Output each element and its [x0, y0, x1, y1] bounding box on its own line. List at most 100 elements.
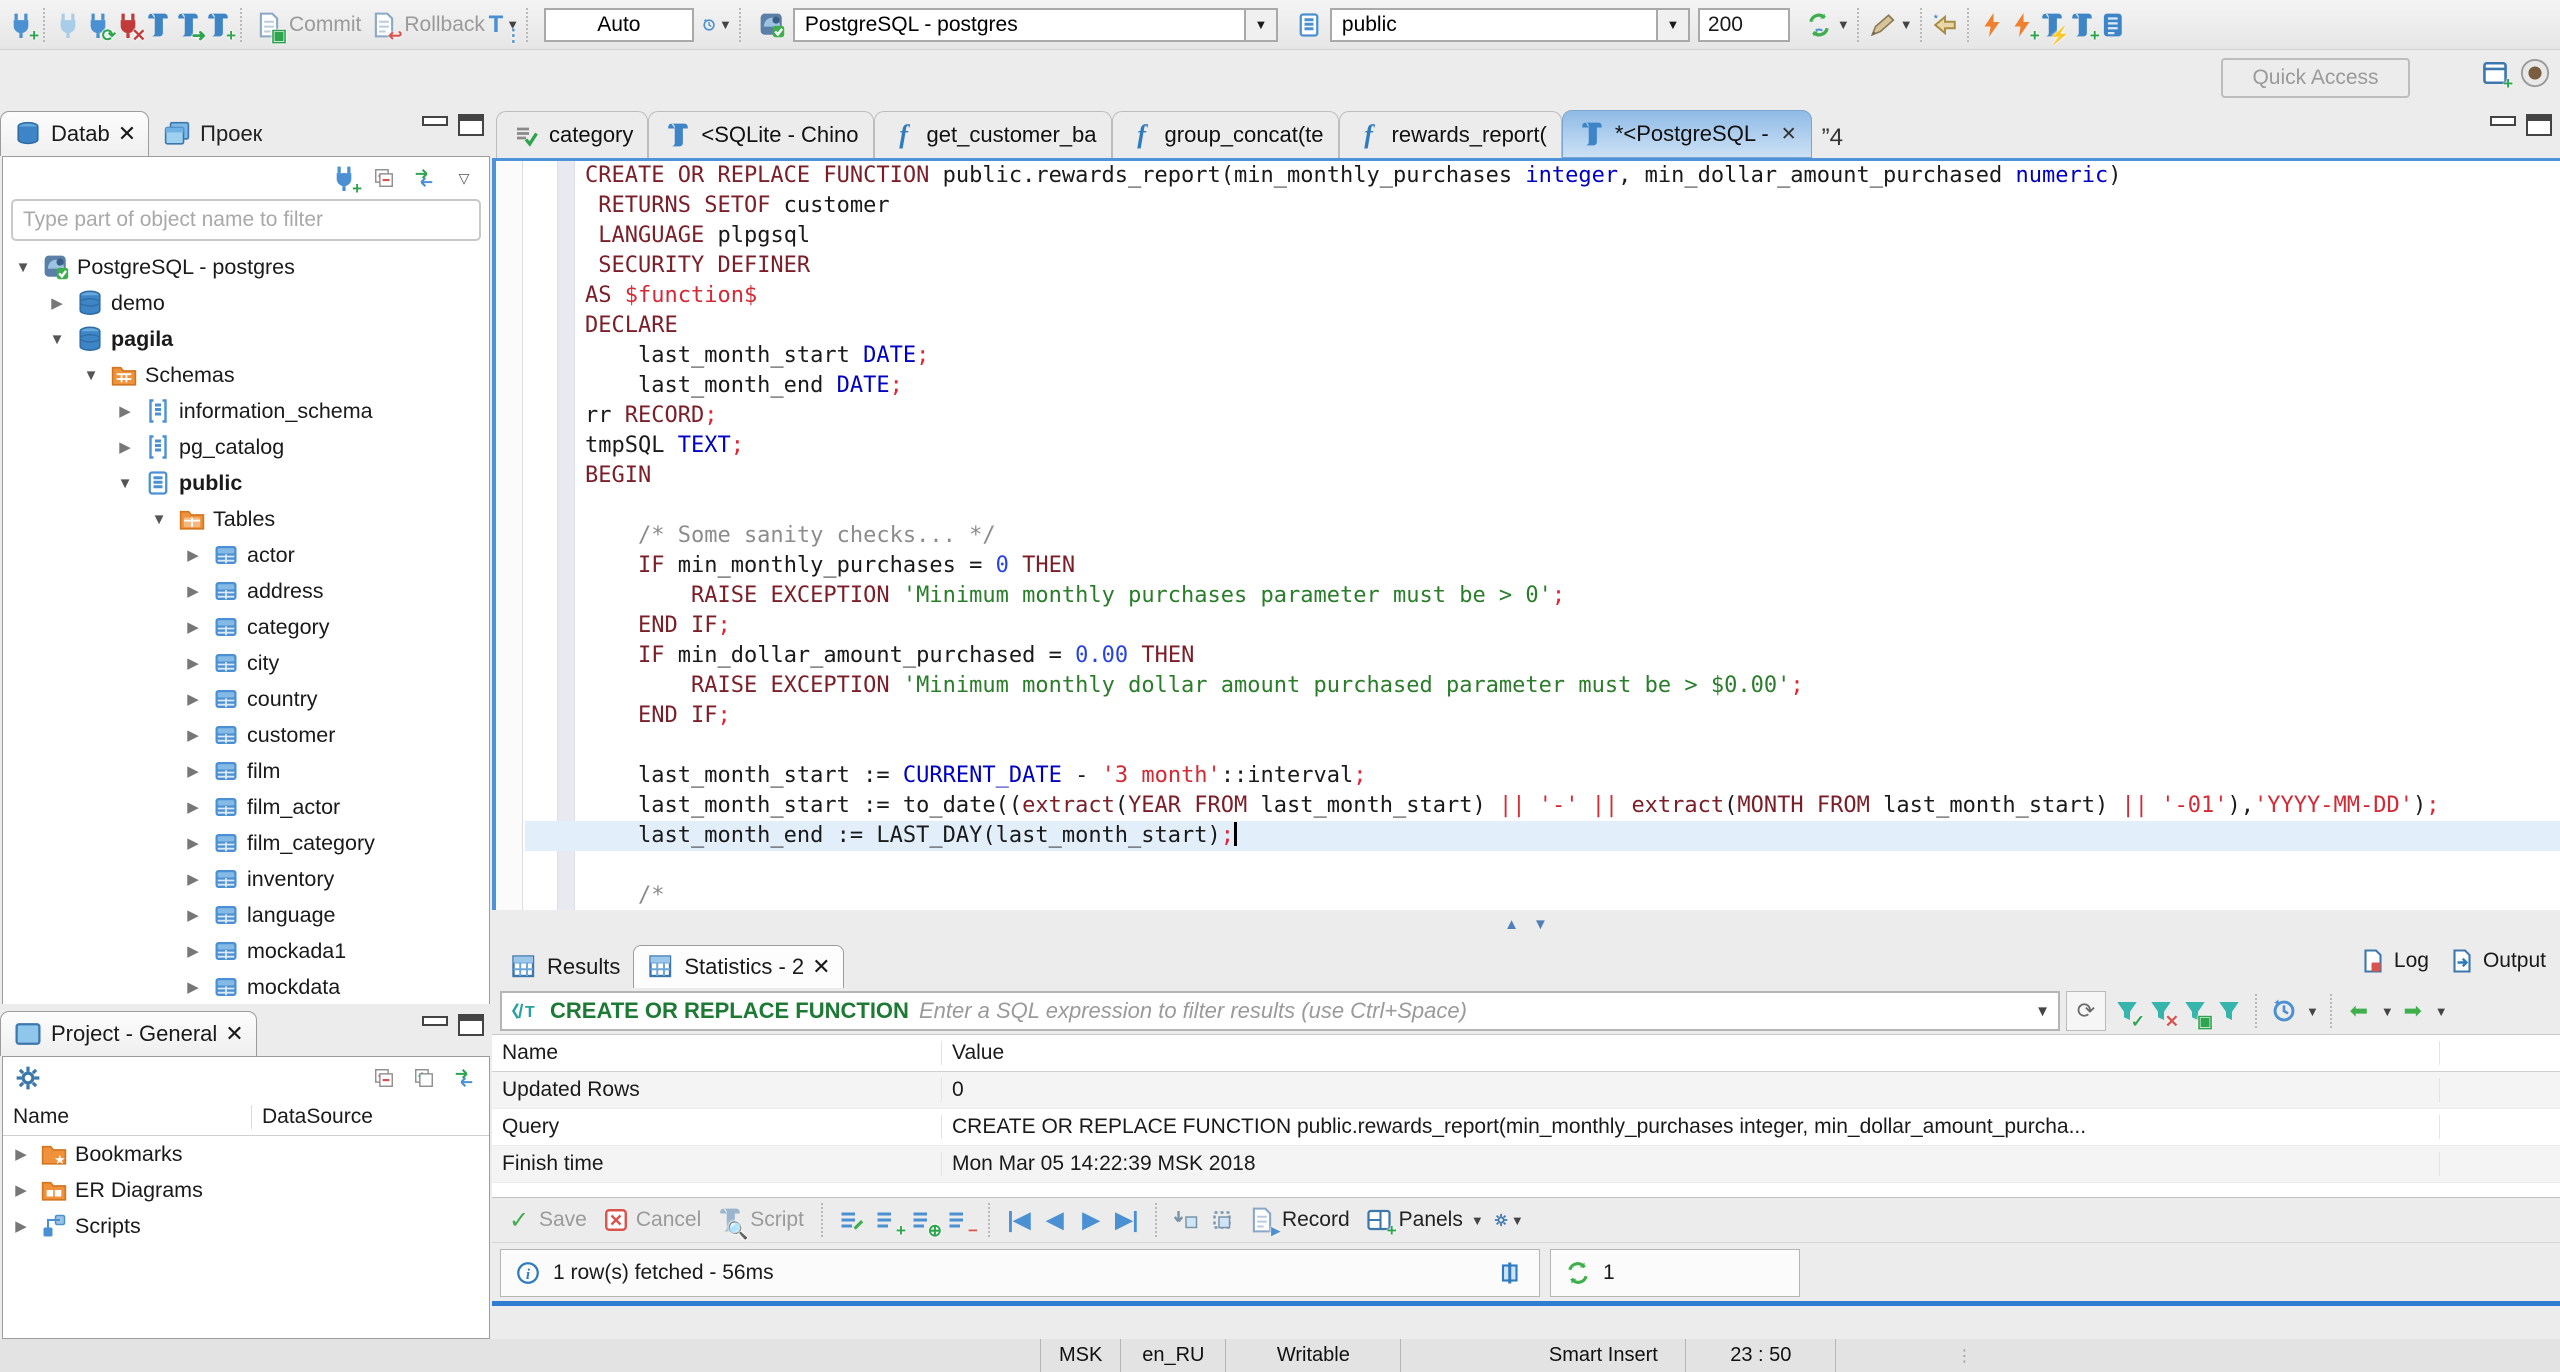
collapse-arrow-icon[interactable]: ▼	[79, 367, 103, 384]
back-star-icon[interactable]: *	[1930, 10, 1960, 40]
last-row-icon[interactable]: ▶|	[1112, 1205, 1142, 1235]
maximize-icon[interactable]	[458, 114, 484, 136]
expand-arrow-icon[interactable]: ▶	[181, 762, 205, 780]
collapse-arrow-icon[interactable]: ▼	[11, 259, 35, 276]
sql-filter-input[interactable]: T CREATE OR REPLACE FUNCTION Enter a SQL…	[500, 991, 2060, 1031]
rollback-button[interactable]: ↩ Rollback	[365, 8, 489, 44]
disconnect-icon[interactable]: ✕	[113, 10, 146, 44]
link-editor-icon[interactable]	[449, 1063, 479, 1093]
filter-remove-icon[interactable]: ✕	[2146, 996, 2179, 1030]
add-row-icon[interactable]: +	[873, 1205, 906, 1239]
tree-item-mockdata[interactable]: ▶ mockdata	[3, 969, 489, 1005]
tree-item-Tables[interactable]: ▼ Tables	[3, 501, 489, 537]
statusbar-23-50[interactable]: 23 : 50	[1686, 1339, 1837, 1372]
transaction-mode-icon[interactable]: T ⋮ ▼	[489, 10, 522, 44]
minimize-icon[interactable]	[2490, 116, 2516, 126]
project-item-Scripts[interactable]: ▶ Scripts	[3, 1208, 489, 1244]
tab-database-navigator[interactable]: Datab ✕	[0, 111, 150, 156]
quick-access-input[interactable]: Quick Access	[2221, 58, 2410, 98]
gear-icon[interactable]	[13, 1063, 43, 1093]
editor-tab-2[interactable]: <SQLite - Chino	[648, 111, 874, 158]
statusbar-en-ru[interactable]: en_RU	[1121, 1339, 1227, 1372]
nav-forward-icon[interactable]: ➡	[2398, 996, 2428, 1026]
expand-arrow-icon[interactable]: ▶	[45, 294, 69, 312]
tree-item-city[interactable]: ▶ city	[3, 645, 489, 681]
fetch-page-icon[interactable]	[1171, 1205, 1201, 1235]
tree-item-customer[interactable]: ▶ customer	[3, 717, 489, 753]
next-row-icon[interactable]: ▶	[1076, 1205, 1106, 1235]
expand-arrow-icon[interactable]: ▶	[181, 798, 205, 816]
clock-history-icon[interactable]: ▼	[702, 10, 732, 40]
tree-item-pagila[interactable]: ▼ pagila	[3, 321, 489, 357]
expand-arrow-icon[interactable]: ▶	[181, 870, 205, 888]
connect-plug-icon[interactable]: +	[329, 163, 362, 197]
connection-combo[interactable]: PostgreSQL - postgres ▼	[757, 7, 1278, 42]
tree-item-language[interactable]: ▶ language	[3, 897, 489, 933]
project-item-ER Diagrams[interactable]: ▶ ER Diagrams	[3, 1172, 489, 1208]
output-button[interactable]: Output	[2447, 946, 2546, 976]
expand-arrow-icon[interactable]: ▶	[181, 726, 205, 744]
code-view[interactable]: CREATE OR REPLACE FUNCTION public.reward…	[525, 161, 2560, 910]
expand-arrow-icon[interactable]: ▶	[9, 1181, 33, 1199]
delete-row-icon[interactable]: −	[945, 1205, 978, 1239]
reconnect-icon[interactable]: ⟳	[83, 10, 116, 44]
maximize-icon[interactable]	[2526, 114, 2552, 136]
tab-project-general[interactable]: Project - General ✕	[0, 1011, 257, 1056]
minimize-icon[interactable]	[422, 116, 448, 126]
object-filter-input[interactable]: Type part of object name to filter	[11, 199, 481, 241]
editor-tab-1[interactable]: category	[496, 111, 649, 158]
view-menu-icon[interactable]: ▽	[449, 163, 479, 193]
sync-connection-icon[interactable]	[1804, 10, 1834, 40]
expand-arrow-icon[interactable]: ▶	[113, 438, 137, 456]
tree-item-country[interactable]: ▶ country	[3, 681, 489, 717]
collapse-arrow-icon[interactable]: ▼	[45, 331, 69, 348]
expand-arrow-icon[interactable]: ▶	[181, 546, 205, 564]
assistant-pen-icon[interactable]	[1867, 10, 1897, 40]
expand-arrow-icon[interactable]: ▶	[181, 654, 205, 672]
tree-item-mockada1[interactable]: ▶ mockada1	[3, 933, 489, 969]
transaction-auto-combo[interactable]: Auto	[543, 7, 694, 42]
filter-apply-icon[interactable]: ✓	[2112, 996, 2145, 1030]
tab-statistics[interactable]: Statistics - 2 ✕	[633, 945, 844, 988]
stat-row-finish-time[interactable]: Finish time Mon Mar 05 14:22:39 MSK 2018	[492, 1146, 2560, 1183]
link-editor-icon[interactable]	[409, 163, 439, 193]
prev-row-icon[interactable]: ◀	[1040, 1205, 1070, 1235]
stat-row-updated-rows[interactable]: Updated Rows 0	[492, 1072, 2560, 1109]
settings-gear-icon[interactable]: ▼	[1494, 1205, 1524, 1235]
filter-save-icon[interactable]: ▣	[2180, 996, 2213, 1030]
collapse-arrow-icon[interactable]: ▼	[113, 475, 137, 492]
connect-icon[interactable]	[53, 10, 83, 40]
expand-arrow-icon[interactable]: ▶	[181, 978, 205, 996]
script-list-icon[interactable]	[2097, 10, 2127, 40]
tree-item-film_actor[interactable]: ▶ film_actor	[3, 789, 489, 825]
expand-arrow-icon[interactable]: ▶	[181, 618, 205, 636]
tree-item-film[interactable]: ▶ film	[3, 753, 489, 789]
expand-arrow-icon[interactable]: ▶	[9, 1217, 33, 1235]
editor-tab-3[interactable]: f get_customer_ba	[873, 111, 1112, 158]
column-name[interactable]: Name	[3, 1105, 252, 1129]
chevron-down-icon[interactable]: ▼	[1655, 9, 1688, 40]
expand-arrow-icon[interactable]: ▶	[181, 906, 205, 924]
tree-item-information_schema[interactable]: ▶ information_schema	[3, 393, 489, 429]
expand-arrow-icon[interactable]: ▶	[181, 582, 205, 600]
column-name[interactable]: Name	[492, 1041, 942, 1065]
stat-row-query[interactable]: Query CREATE OR REPLACE FUNCTION public.…	[492, 1109, 2560, 1146]
column-value[interactable]: Value	[942, 1041, 2440, 1065]
execute-bolt-icon[interactable]	[1977, 10, 2007, 40]
collapse-all-icon[interactable]	[369, 163, 399, 193]
column-datasource[interactable]: DataSource	[252, 1105, 373, 1129]
dbeaver-perspective-icon[interactable]	[2520, 58, 2550, 88]
pin-grid-icon[interactable]	[1497, 1258, 1527, 1288]
tree-item-film_category[interactable]: ▶ film_category	[3, 825, 489, 861]
expand-all-icon[interactable]	[409, 1063, 439, 1093]
tree-item-pg_catalog[interactable]: ▶ pg_catalog	[3, 429, 489, 465]
new-connection-icon[interactable]: +	[6, 10, 39, 44]
tree-item-public[interactable]: ▼ public	[3, 465, 489, 501]
hidden-tabs-count[interactable]: ”4	[1822, 124, 1843, 152]
script-bolt-icon[interactable]: ⚡	[2037, 10, 2070, 44]
first-row-icon[interactable]: |◀	[1004, 1205, 1034, 1235]
editor-tab-4[interactable]: f group_concat(te	[1111, 111, 1339, 158]
editor-results-splitter[interactable]: ▲ ▼	[492, 910, 2560, 938]
sql-editor[interactable]: CREATE OR REPLACE FUNCTION public.reward…	[492, 158, 2560, 910]
open-perspective-icon[interactable]: +	[2480, 58, 2513, 92]
